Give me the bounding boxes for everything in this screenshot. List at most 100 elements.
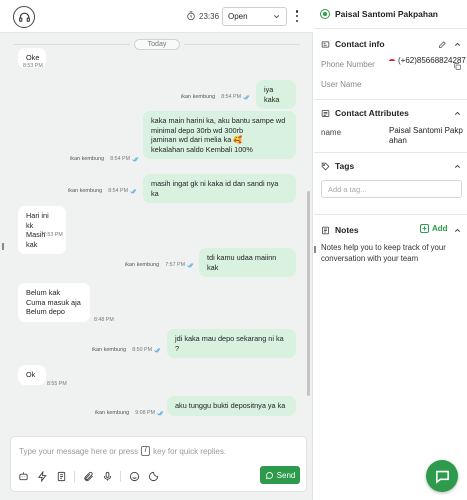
message-list: Today Oke 8:53 PM iya kaka ikan kembung 8:54…	[0, 33, 313, 435]
read-receipt-icon	[130, 188, 137, 194]
status-dropdown[interactable]: Open	[222, 7, 287, 26]
outgoing-message[interactable]: jdi kaka mau depo sekarang ni ka ?	[167, 329, 296, 359]
contact-info-header[interactable]: Contact info	[321, 39, 385, 49]
message-meta: 7:53 PM	[43, 232, 63, 238]
message-meta: ikan kembung 8:54 PM	[68, 188, 138, 194]
sender-name: ikan kembung	[68, 188, 103, 194]
read-receipt-icon	[243, 94, 250, 100]
section-divider	[314, 152, 467, 153]
contact-attributes-header[interactable]: Contact Attributes	[321, 108, 409, 118]
voice-button[interactable]	[101, 470, 113, 482]
app: 23:36 Open Today Oke 8:53 PM iya kaka ikan …	[0, 0, 467, 500]
composer-toolbar	[17, 470, 166, 482]
placeholder-text: key for quick replies.	[153, 446, 227, 456]
incoming-message[interactable]: Belum kak Cuma masuk aja Belum depo	[18, 283, 90, 322]
sender-name: ikan kembung	[92, 347, 127, 353]
bot-button[interactable]	[17, 470, 29, 482]
message-time: 8:48 PM	[94, 317, 114, 323]
date-divider-line	[14, 44, 130, 45]
chevron-up-icon[interactable]	[453, 40, 462, 49]
phone-number-label: Phone Number	[321, 60, 375, 69]
lightning-icon	[37, 470, 47, 482]
add-note-label: Add	[432, 224, 448, 233]
message-meta: ikan kembung 8:54 PM	[70, 156, 140, 162]
emoji-button[interactable]	[128, 470, 140, 482]
incoming-message[interactable]: Ok	[18, 365, 46, 385]
sender-name: ikan kembung	[95, 410, 130, 416]
chat-topbar: 23:36 Open	[0, 0, 313, 33]
message-meta: 8:55 PM	[47, 381, 67, 387]
contact-header: Paisal Santomi Pakpahan	[314, 0, 467, 29]
chevron-down-icon	[273, 15, 280, 19]
tags-header[interactable]: Tags	[321, 161, 354, 171]
outgoing-message[interactable]: kaka main harini ka, aku bantu sampe wd …	[143, 111, 296, 160]
message-composer[interactable]: Type your message here or press / key fo…	[10, 436, 307, 492]
online-status-icon	[320, 9, 330, 19]
scrollbar[interactable]	[307, 191, 310, 396]
section-title: Contact Attributes	[335, 108, 409, 118]
message-time: 8:55 PM	[47, 381, 67, 387]
chevron-up-icon[interactable]	[453, 162, 462, 171]
chat-bubble-icon	[435, 470, 449, 484]
section-divider	[314, 99, 467, 100]
send-button[interactable]: Send	[260, 466, 300, 484]
date-divider: Today	[134, 39, 180, 50]
quick-reply-button[interactable]	[36, 470, 48, 482]
agent-avatar[interactable]	[13, 6, 35, 28]
message-time: 9:08 PM	[135, 410, 155, 416]
chevron-up-icon[interactable]	[453, 226, 462, 235]
more-options-button[interactable]	[293, 9, 301, 23]
session-timer: 23:36	[186, 11, 219, 21]
chevron-up-icon[interactable]	[453, 109, 462, 118]
attribute-name-value: Paisal Santomi Pakpahan	[389, 126, 463, 145]
outgoing-message[interactable]: aku tunggu bukti depositnya ya ka	[167, 396, 296, 416]
message-time: 8:54 PM	[108, 188, 128, 194]
incoming-message[interactable]: Hari ini kk Masih kak	[18, 206, 66, 255]
sender-name: ikan kembung	[125, 262, 160, 268]
read-receipt-icon	[154, 347, 161, 353]
message-meta: ikan kembung 9:08 PM	[95, 410, 165, 416]
plus-icon: +	[420, 224, 429, 233]
paperclip-icon	[83, 471, 93, 481]
smiley-icon	[129, 471, 139, 481]
attach-button[interactable]	[82, 470, 94, 482]
notes-icon	[322, 226, 329, 234]
shortcut-key: /	[141, 446, 151, 456]
microphone-icon	[103, 471, 111, 481]
composer-placeholder[interactable]: Type your message here or press / key fo…	[19, 446, 226, 456]
date-divider-line	[184, 44, 300, 45]
document-icon	[57, 471, 65, 481]
outgoing-message[interactable]: iya kaka	[256, 80, 296, 110]
message-meta: ikan kembung 8:50 PM	[92, 347, 162, 353]
placeholder-text: Type your message here or press	[19, 446, 139, 456]
id-card-icon	[321, 41, 330, 47]
message-time: 8:53 PM	[23, 63, 43, 69]
message-time: 8:54 PM	[221, 94, 241, 100]
copy-icon[interactable]	[453, 62, 462, 71]
read-receipt-icon	[132, 156, 139, 162]
resize-handle[interactable]	[314, 246, 316, 253]
resize-handle[interactable]	[2, 243, 4, 250]
notes-header[interactable]: Notes	[321, 225, 359, 235]
message-time: 8:54 PM	[110, 156, 130, 162]
outgoing-message[interactable]: tdi kamu udaa maiinn kak	[199, 248, 296, 278]
add-note-button[interactable]: + Add	[420, 224, 448, 233]
read-receipt-icon	[157, 410, 164, 416]
edit-pencil-icon[interactable]	[438, 40, 447, 49]
whatsapp-icon	[265, 471, 273, 479]
contact-panel: Paisal Santomi Pakpahan Contact info Pho…	[314, 0, 467, 500]
template-button[interactable]	[55, 470, 67, 482]
chat-support-button[interactable]	[426, 460, 458, 492]
contact-name: Paisal Santomi Pakpahan	[335, 9, 438, 19]
notes-help-text: Notes help you to keep track of your con…	[321, 243, 446, 263]
indonesia-flag-icon	[389, 59, 395, 63]
chat-panel: 23:36 Open Today Oke 8:53 PM iya kaka ikan …	[0, 0, 313, 500]
sticker-button[interactable]	[147, 470, 159, 482]
send-label: Send	[276, 470, 296, 480]
sender-name: ikan kembung	[70, 156, 105, 162]
message-time: 7:57 PM	[165, 262, 185, 268]
tag-input[interactable]: Add a tag...	[321, 180, 462, 198]
outgoing-message[interactable]: masih ingat gk ni kaka id dan sandi nya …	[143, 174, 296, 204]
section-divider	[314, 214, 467, 215]
message-meta: ikan kembung 8:54 PM	[181, 94, 251, 100]
